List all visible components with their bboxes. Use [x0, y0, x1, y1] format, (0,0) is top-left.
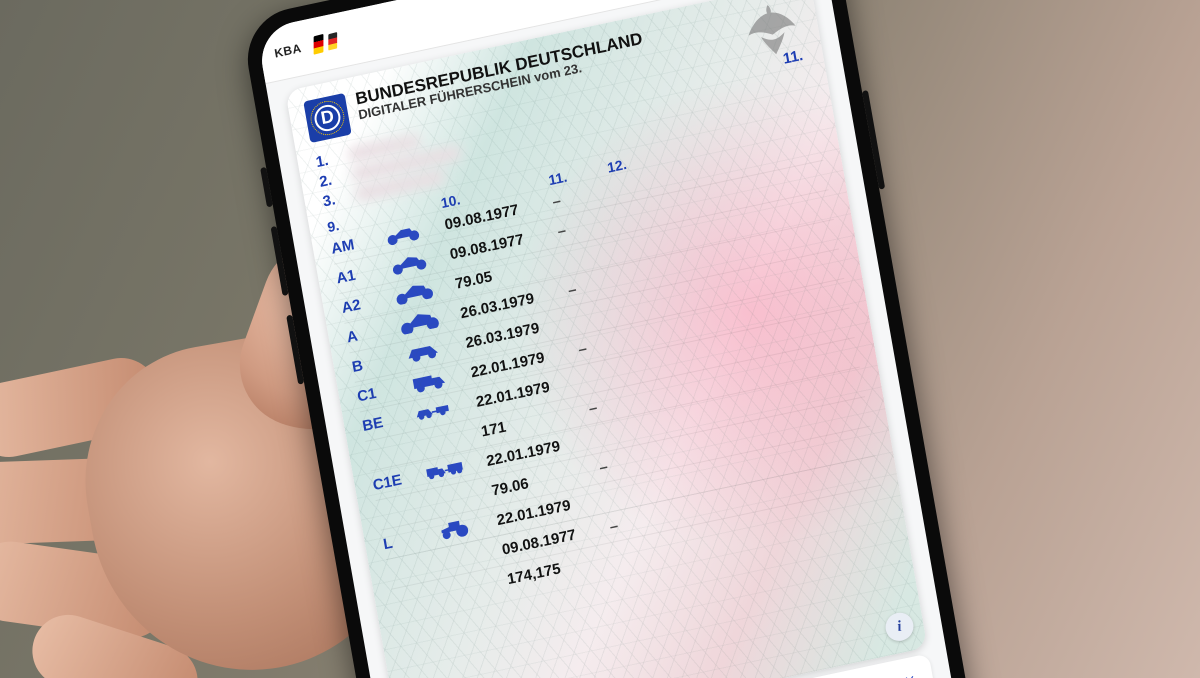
- eu-country-letter: D: [312, 102, 342, 133]
- field-3-label: 3.: [321, 188, 349, 210]
- expiry-date: [594, 426, 653, 438]
- restrictions: [648, 380, 726, 397]
- category-code: [368, 445, 421, 456]
- info-icon: i: [896, 618, 903, 636]
- restrictions: [627, 262, 705, 279]
- restrictions: [669, 498, 747, 515]
- category-code: [394, 593, 447, 604]
- restrictions: [611, 173, 689, 190]
- photo-scene: KBA D BUNDESREPUBLIK DEUTSCHLAND DIGITAL…: [0, 0, 1200, 678]
- restrictions: [658, 439, 736, 456]
- expiry-date: [605, 485, 664, 497]
- german-flag-icon: [328, 32, 337, 51]
- restrictions: [632, 292, 710, 309]
- restrictions: [643, 351, 721, 368]
- category-code: [378, 504, 431, 515]
- vehicle-icon: [442, 550, 503, 563]
- category-code: [389, 563, 442, 574]
- german-flag-icon: [313, 34, 323, 55]
- restrictions: [653, 410, 731, 427]
- expiry-date: [584, 367, 643, 379]
- restrictions: [622, 232, 700, 249]
- restrictions: [637, 321, 715, 338]
- restrictions: [674, 528, 752, 545]
- expiry-date: [615, 545, 674, 557]
- vehicle-icon: [421, 432, 482, 445]
- restrictions: [663, 469, 741, 486]
- kba-logo-text: KBA: [273, 41, 302, 61]
- smartphone: KBA D BUNDESREPUBLIK DEUTSCHLAND DIGITAL…: [240, 0, 980, 678]
- vehicle-icon: [431, 491, 492, 504]
- chevron-down-icon: [902, 670, 918, 678]
- eu-badge: D: [303, 93, 351, 143]
- expiry-date: [573, 308, 632, 320]
- license-card: D BUNDESREPUBLIK DEUTSCHLAND DIGITALER F…: [285, 0, 927, 678]
- expiry-date: [563, 249, 622, 261]
- restrictions: [616, 203, 694, 220]
- vehicle-icon: [447, 580, 508, 593]
